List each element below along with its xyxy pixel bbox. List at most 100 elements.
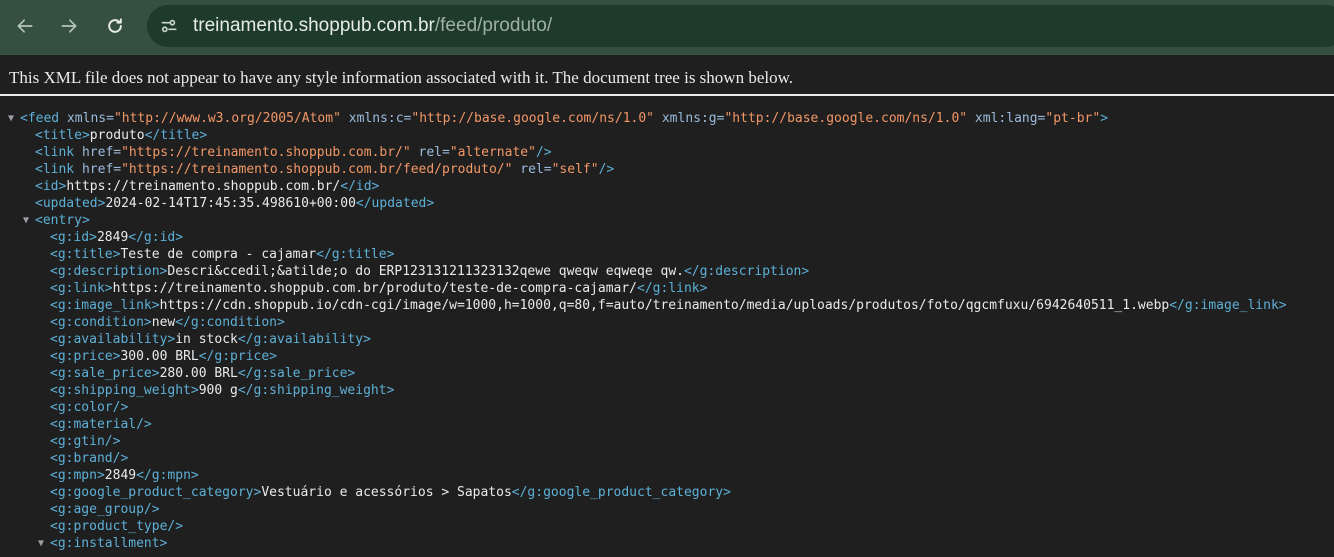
xml-txt-token: https://treinamento.shoppub.com.br/ <box>66 179 341 194</box>
xml-val-token: "https://treinamento.shoppub.com.br/" <box>121 145 411 160</box>
xml-txt-token: https://treinamento.shoppub.com.br/produ… <box>112 281 638 296</box>
xml-tag-token: </id> <box>340 179 380 194</box>
back-button[interactable] <box>10 11 40 41</box>
xml-line-content: <feed xmlns="http://www.w3.org/2005/Atom… <box>20 110 1108 127</box>
xml-line-content: <g:condition>new</g:condition> <box>50 314 285 331</box>
xml-line-content: <g:mpn>2849</g:mpn> <box>50 467 199 484</box>
xml-tag-token: </g:id> <box>128 230 184 245</box>
xml-attr-token: xmlns= <box>66 111 114 126</box>
xml-line-content: <g:availability>in stock</g:availability… <box>50 331 371 348</box>
xml-line-content: <g:material/> <box>50 416 152 433</box>
xml-txt-token: 2849 <box>96 230 129 245</box>
xml-tag-token: </g:google_product_category> <box>511 485 731 500</box>
collapse-toggle-icon[interactable]: ▼ <box>8 110 18 127</box>
xml-tag-token: > <box>1100 111 1109 126</box>
xml-txt-token: 300.00 BRL <box>120 349 199 364</box>
xml-val-token: "http://www.w3.org/2005/Atom" <box>113 111 341 126</box>
xml-line-content: <link href="https://treinamento.shoppub.… <box>35 161 614 178</box>
xml-line: <g:link>https://treinamento.shoppub.com.… <box>0 280 1334 297</box>
xml-tag-token: <title> <box>35 128 90 143</box>
xml-tag-token: </updated> <box>355 196 435 211</box>
xml-val-token: "https://treinamento.shoppub.com.br/feed… <box>121 162 513 177</box>
xml-attr-token: xml:lang= <box>967 111 1046 126</box>
xml-tag-token: <g:gtin/> <box>50 434 121 449</box>
xml-val-token: "http://base.google.com/ns/1.0" <box>411 111 655 126</box>
xml-tag-token: <g:availability> <box>50 332 176 347</box>
arrow-right-icon <box>61 19 77 33</box>
xml-tag-token: <g:condition> <box>50 315 152 330</box>
xml-notice-banner: This XML file does not appear to have an… <box>0 56 1334 96</box>
collapse-toggle-icon[interactable]: ▼ <box>38 535 48 552</box>
xml-line-content: <g:gtin/> <box>50 433 120 450</box>
xml-line: <g:product_type/> <box>0 518 1334 535</box>
xml-line: <link href="https://treinamento.shoppub.… <box>0 144 1334 161</box>
xml-line: <g:color/> <box>0 399 1334 416</box>
xml-line: <title>produto</title> <box>0 127 1334 144</box>
xml-attr-token: xmlns:c= <box>340 111 412 126</box>
xml-tag-token: <g:shipping_weight> <box>50 383 199 398</box>
xml-tag-token: </g:shipping_weight> <box>237 383 395 398</box>
xml-line-content: <g:installment> <box>50 535 167 552</box>
xml-line: <g:title>Teste de compra - cajamar</g:ti… <box>0 246 1334 263</box>
forward-button[interactable] <box>54 11 84 41</box>
xml-tag-token: <g:google_product_category> <box>50 485 262 500</box>
address-bar[interactable]: treinamento.shoppub.com.br/feed/produto/ <box>147 5 1334 47</box>
xml-line-content: <updated>2024-02-14T17:45:35.498610+00:0… <box>35 195 434 212</box>
xml-val-token: "http://base.google.com/ns/1.0" <box>724 111 968 126</box>
xml-tag-token: <id> <box>35 179 67 194</box>
xml-val-token: "pt-br" <box>1045 111 1101 126</box>
xml-tag-token: </g:availability> <box>237 332 371 347</box>
xml-line-content: <id>https://treinamento.shoppub.com.br/<… <box>35 178 379 195</box>
xml-line-content: <entry> <box>35 212 90 229</box>
xml-tag-token: /> <box>598 162 615 177</box>
xml-txt-token: 2024-02-14T17:45:35.498610+00:00 <box>105 196 356 211</box>
xml-line-content: <title>produto</title> <box>35 127 207 144</box>
xml-line: ▼ <feed xmlns="http://www.w3.org/2005/Ato… <box>0 110 1334 127</box>
arrow-left-icon <box>17 19 33 33</box>
xml-tag-token: </g:sale_price> <box>237 366 356 381</box>
xml-line-content: <g:product_type/> <box>50 518 183 535</box>
collapse-toggle-icon[interactable]: ▼ <box>23 212 33 229</box>
xml-attr-token: xmlns:g= <box>654 111 725 126</box>
xml-line: <g:gtin/> <box>0 433 1334 450</box>
reload-icon <box>108 18 122 33</box>
xml-txt-token: https://cdn.shoppub.io/cdn-cgi/image/w=1… <box>159 298 1170 313</box>
url-host: treinamento.shoppub.com.br <box>193 15 435 36</box>
xml-line-content: <link href="https://treinamento.shoppub.… <box>35 144 552 161</box>
xml-txt-token: 2849 <box>104 468 137 483</box>
xml-txt-token: 280.00 BRL <box>159 366 238 381</box>
xml-tag-token: <entry> <box>35 213 90 228</box>
xml-tag-token: <updated> <box>35 196 106 211</box>
xml-tag-token: </g:description> <box>683 264 810 279</box>
xml-tag-token: </g:mpn> <box>136 468 199 483</box>
xml-tag-token: </title> <box>144 128 208 143</box>
xml-tag-token: <g:age_group/> <box>50 502 160 517</box>
xml-line: <g:brand/> <box>0 450 1334 467</box>
xml-line: ▼ <entry> <box>0 212 1334 229</box>
site-info-icon[interactable] <box>159 16 179 36</box>
xml-line-content: <g:id>2849</g:id> <box>50 229 183 246</box>
xml-tag-token: <g:description> <box>50 264 168 279</box>
xml-val-token: "self" <box>551 162 599 177</box>
xml-line: <g:description>Descri&ccedil;&atilde;o d… <box>0 263 1334 280</box>
xml-txt-token: produto <box>89 128 145 143</box>
xml-line: <g:sale_price>280.00 BRL</g:sale_price> <box>0 365 1334 382</box>
url-text[interactable]: treinamento.shoppub.com.br/feed/produto/ <box>193 16 552 36</box>
xml-line: <g:price>300.00 BRL</g:price> <box>0 348 1334 365</box>
xml-line-content: <g:google_product_category>Vestuário e a… <box>50 484 731 501</box>
xml-txt-token: 900 g <box>198 383 238 398</box>
xml-line-content: <g:image_link>https://cdn.shoppub.io/cdn… <box>50 297 1287 314</box>
xml-txt-token: in stock <box>175 332 238 347</box>
xml-tag-token: <g:image_link> <box>50 298 160 313</box>
xml-txt-token: Teste de compra - cajamar <box>120 247 317 262</box>
xml-line-content: <g:age_group/> <box>50 501 160 518</box>
xml-tag-token: <g:sale_price> <box>50 366 160 381</box>
xml-tag-token: <feed <box>20 111 67 126</box>
xml-line: <g:image_link>https://cdn.shoppub.io/cdn… <box>0 297 1334 314</box>
xml-line-content: <g:title>Teste de compra - cajamar</g:ti… <box>50 246 394 263</box>
xml-document-tree: ▼ <feed xmlns="http://www.w3.org/2005/Ato… <box>0 110 1334 552</box>
xml-line: ▼ <g:installment> <box>0 535 1334 552</box>
reload-button[interactable] <box>100 11 130 41</box>
xml-line: <g:age_group/> <box>0 501 1334 518</box>
xml-tag-token: </g:price> <box>198 349 278 364</box>
